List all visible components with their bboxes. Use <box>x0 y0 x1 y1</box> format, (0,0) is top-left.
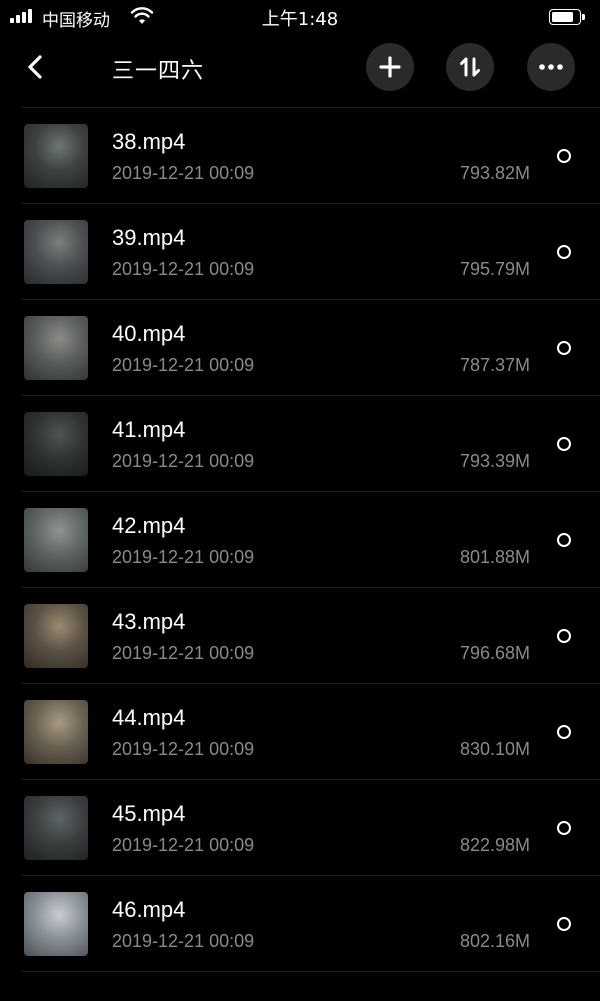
list-item[interactable]: 44.mp4 2019-12-21 00:09 830.10M <box>22 684 600 780</box>
file-size: 795.79M <box>459 259 530 279</box>
file-date: 2019-12-21 00:09 <box>112 163 255 183</box>
file-name: 42.mp4 <box>112 513 186 538</box>
battery-icon <box>549 9 585 25</box>
file-date: 2019-12-21 00:09 <box>112 259 255 279</box>
file-name: 40.mp4 <box>112 321 186 346</box>
file-name: 38.mp4 <box>112 129 186 154</box>
video-thumbnail <box>24 220 88 284</box>
file-size: 802.16M <box>459 931 530 951</box>
file-date: 2019-12-21 00:09 <box>112 835 255 855</box>
status-time: 上午1:48 <box>261 9 339 30</box>
select-radio[interactable] <box>557 821 571 835</box>
video-thumbnail <box>24 124 88 188</box>
file-name: 45.mp4 <box>112 801 186 826</box>
file-size: 793.39M <box>459 451 530 471</box>
plus-icon <box>379 56 401 78</box>
file-size: 787.37M <box>459 355 530 375</box>
sort-arrows-icon <box>460 57 480 77</box>
video-thumbnail <box>24 508 88 572</box>
list-item[interactable]: 42.mp4 2019-12-21 00:09 801.88M <box>22 492 600 588</box>
file-date: 2019-12-21 00:09 <box>112 451 255 471</box>
file-size: 796.68M <box>459 643 530 663</box>
add-button[interactable] <box>366 43 414 91</box>
select-radio[interactable] <box>557 917 571 931</box>
select-radio[interactable] <box>557 629 571 643</box>
file-size: 822.98M <box>459 835 530 855</box>
video-thumbnail <box>24 412 88 476</box>
list-item[interactable]: 40.mp4 2019-12-21 00:09 787.37M <box>22 300 600 396</box>
select-radio[interactable] <box>557 149 571 163</box>
nav-bar: 三一四六 <box>0 40 600 98</box>
file-date: 2019-12-21 00:09 <box>112 547 255 567</box>
select-radio[interactable] <box>557 725 571 739</box>
file-name: 46.mp4 <box>112 897 186 922</box>
select-radio[interactable] <box>557 437 571 451</box>
page-title: 三一四六 <box>112 59 205 84</box>
file-size: 801.88M <box>459 547 530 567</box>
video-thumbnail <box>24 604 88 668</box>
file-list: 38.mp4 2019-12-21 00:09 793.82M 39.mp4 2… <box>0 108 600 972</box>
file-name: 43.mp4 <box>112 609 186 634</box>
file-date: 2019-12-21 00:09 <box>112 643 255 663</box>
chevron-left-icon <box>28 55 42 79</box>
select-radio[interactable] <box>557 341 571 355</box>
list-item[interactable]: 43.mp4 2019-12-21 00:09 796.68M <box>22 588 600 684</box>
list-item[interactable]: 46.mp4 2019-12-21 00:09 802.16M <box>22 876 600 972</box>
list-item[interactable]: 39.mp4 2019-12-21 00:09 795.79M <box>22 204 600 300</box>
sort-button[interactable] <box>446 43 494 91</box>
file-name: 44.mp4 <box>112 705 186 730</box>
file-name: 41.mp4 <box>112 417 186 442</box>
list-item[interactable]: 45.mp4 2019-12-21 00:09 822.98M <box>22 780 600 876</box>
more-button[interactable] <box>527 43 575 91</box>
list-item[interactable]: 41.mp4 2019-12-21 00:09 793.39M <box>22 396 600 492</box>
video-thumbnail <box>24 316 88 380</box>
file-size: 830.10M <box>459 739 530 759</box>
file-date: 2019-12-21 00:09 <box>112 355 255 375</box>
file-date: 2019-12-21 00:09 <box>112 739 255 759</box>
status-bar: 中国移动 上午1:48 <box>0 0 600 34</box>
video-thumbnail <box>24 796 88 860</box>
file-name: 39.mp4 <box>112 225 186 250</box>
back-button[interactable] <box>20 52 50 82</box>
select-radio[interactable] <box>557 245 571 259</box>
list-item[interactable]: 38.mp4 2019-12-21 00:09 793.82M <box>22 108 600 204</box>
file-size: 793.82M <box>459 163 530 183</box>
video-thumbnail <box>24 700 88 764</box>
file-date: 2019-12-21 00:09 <box>112 931 255 951</box>
video-thumbnail <box>24 892 88 956</box>
more-dots-icon <box>539 64 563 70</box>
select-radio[interactable] <box>557 533 571 547</box>
